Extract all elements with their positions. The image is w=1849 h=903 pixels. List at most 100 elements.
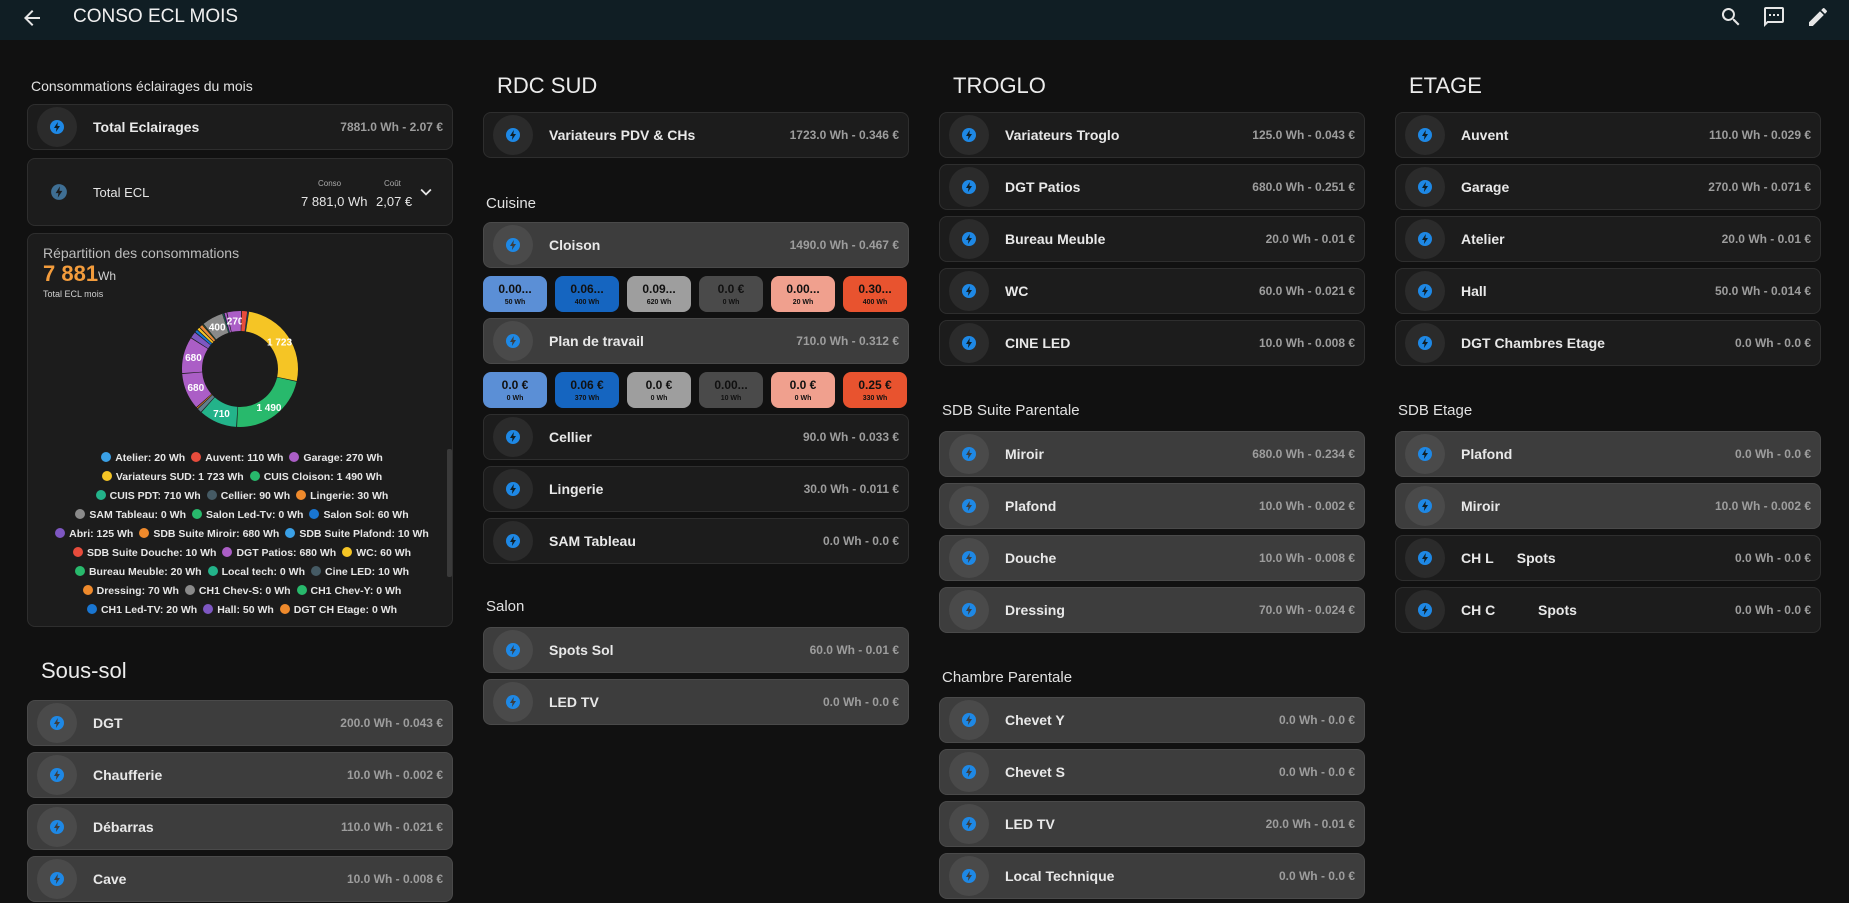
- legend-item[interactable]: Cellier: 90 Wh: [206, 487, 290, 506]
- legend-item[interactable]: CH1 Chev-Y: 0 Wh: [296, 582, 401, 601]
- miroir-row[interactable]: Miroir 10.0 Wh - 0.002 €: [1395, 483, 1821, 529]
- legend-item[interactable]: SAM Tableau: 0 Wh: [75, 506, 186, 525]
- plafond-row[interactable]: Plafond 10.0 Wh - 0.002 €: [939, 483, 1365, 529]
- legend-item[interactable]: Salon Sol: 60 Wh: [309, 506, 409, 525]
- cave-row[interactable]: Cave 10.0 Wh - 0.008 €: [27, 856, 453, 902]
- plan-de-travail-row[interactable]: Plan de travail 710.0 Wh - 0.312 €: [483, 318, 909, 364]
- local-technique-row[interactable]: Local Technique 0.0 Wh - 0.0 €: [939, 853, 1365, 899]
- miroir-row[interactable]: Miroir 680.0 Wh - 0.234 €: [939, 431, 1365, 477]
- tarif-chip[interactable]: 0.0 € 0 Wh: [771, 372, 835, 408]
- variateurs-troglo-row[interactable]: Variateurs Troglo 125.0 Wh - 0.043 €: [939, 112, 1365, 158]
- chambre-parentale-title: Chambre Parentale: [942, 669, 1073, 686]
- legend-item[interactable]: Auvent: 110 Wh: [191, 449, 283, 468]
- led-tv-row[interactable]: LED TV 20.0 Wh - 0.01 €: [939, 801, 1365, 847]
- auvent-row[interactable]: Auvent 110.0 Wh - 0.029 €: [1395, 112, 1821, 158]
- legend-item[interactable]: Abri: 125 Wh: [55, 525, 133, 544]
- tarif-chip[interactable]: 0.30... 400 Wh: [843, 276, 907, 312]
- tarif-chip[interactable]: 0.06... 400 Wh: [555, 276, 619, 312]
- legend-item[interactable]: SDB Suite Douche: 10 Wh: [72, 544, 216, 563]
- legend-label: Abri: 125 Wh: [69, 528, 134, 540]
- wc-row[interactable]: WC 60.0 Wh - 0.021 €: [939, 268, 1365, 314]
- legend-label: Salon Led-Tv: 0 Wh: [206, 509, 304, 521]
- search-icon[interactable]: [1719, 5, 1743, 29]
- donut-slice[interactable]: [241, 311, 248, 332]
- total-ecl-card[interactable]: Total ECL Conso 7 881,0 Wh Coût 2,07 €: [27, 158, 453, 226]
- legend-dot: [207, 566, 218, 576]
- garage-row[interactable]: Garage 270.0 Wh - 0.071 €: [1395, 164, 1821, 210]
- tarif-chip[interactable]: 0.09... 620 Wh: [627, 276, 691, 312]
- legend-item[interactable]: Variateurs SUD: 1 723 Wh: [101, 468, 244, 487]
- total-eclairages-row[interactable]: Total Eclairages 7881.0 Wh - 2.07 €: [27, 104, 453, 150]
- lingerie-row[interactable]: Lingerie 30.0 Wh - 0.011 €: [483, 466, 909, 512]
- cloison-row[interactable]: Cloison 1490.0 Wh - 0.467 €: [483, 222, 909, 268]
- legend-item[interactable]: CUIS PDT: 710 Wh: [95, 487, 201, 506]
- cine-led-row[interactable]: CINE LED 10.0 Wh - 0.008 €: [939, 320, 1365, 366]
- legend-item[interactable]: CH1 Chev-S: 0 Wh: [184, 582, 291, 601]
- legend-item[interactable]: DGT Patios: 680 Wh: [222, 544, 336, 563]
- chevet-s-row[interactable]: Chevet S 0.0 Wh - 0.0 €: [939, 749, 1365, 795]
- variateurs-pdv-row[interactable]: Variateurs PDV & CHs 1723.0 Wh - 0.346 €: [483, 112, 909, 158]
- legend-item[interactable]: Salon Led-Tv: 0 Wh: [192, 506, 303, 525]
- tarif-chip[interactable]: 0.00... 10 Wh: [699, 372, 763, 408]
- legend-item[interactable]: Cine LED: 10 Wh: [311, 563, 409, 582]
- legend-item[interactable]: CH1 Led-TV: 20 Wh: [86, 601, 197, 620]
- legend-item[interactable]: WC: 60 Wh: [342, 544, 411, 563]
- tarif-chip[interactable]: 0.00... 20 Wh: [771, 276, 835, 312]
- row-value: 10.0 Wh - 0.008 €: [346, 872, 443, 886]
- row-name: Local Technique: [1005, 868, 1115, 884]
- hall-row[interactable]: Hall 50.0 Wh - 0.014 €: [1395, 268, 1821, 314]
- legend-item[interactable]: SDB Suite Miroir: 680 Wh: [139, 525, 279, 544]
- bureau-meuble-row[interactable]: Bureau Meuble 20.0 Wh - 0.01 €: [939, 216, 1365, 262]
- legend-item[interactable]: Hall: 50 Wh: [203, 601, 274, 620]
- legend-label: Variateurs SUD: 1 723 Wh: [115, 471, 244, 483]
- legend-dot: [75, 509, 86, 519]
- row-value: 0.0 Wh - 0.0 €: [1734, 447, 1811, 461]
- repartition-title: Répartition des consommations: [43, 245, 240, 261]
- led-tv-row[interactable]: LED TV 0.0 Wh - 0.0 €: [483, 679, 909, 725]
- atelier-row[interactable]: Atelier 20.0 Wh - 0.01 €: [1395, 216, 1821, 262]
- tarif-chip[interactable]: 0.0 € 0 Wh: [483, 372, 547, 408]
- douche-row[interactable]: Douche 10.0 Wh - 0.008 €: [939, 535, 1365, 581]
- ch-l-spots-row[interactable]: CH L Spots 0.0 Wh - 0.0 €: [1395, 535, 1821, 581]
- lightning-icon: [949, 856, 989, 896]
- legend-item[interactable]: Atelier: 20 Wh: [101, 449, 185, 468]
- chip-energy: 0 Wh: [794, 395, 812, 402]
- plafond-row[interactable]: Plafond 0.0 Wh - 0.0 €: [1395, 431, 1821, 477]
- dgt-patios-row[interactable]: DGT Patios 680.0 Wh - 0.251 €: [939, 164, 1365, 210]
- dgt-chambres-etage-row[interactable]: DGT Chambres Etage 0.0 Wh - 0.0 €: [1395, 320, 1821, 366]
- legend-item[interactable]: Lingerie: 30 Wh: [296, 487, 388, 506]
- legend-item[interactable]: Garage: 270 Wh: [289, 449, 383, 468]
- row-value: 60.0 Wh - 0.01 €: [809, 643, 899, 657]
- legend-label: SDB Suite Miroir: 680 Wh: [153, 528, 280, 540]
- cloison-value: 1490.0 Wh - 0.467 €: [789, 238, 899, 252]
- tarif-chip[interactable]: 0.06 € 370 Wh: [555, 372, 619, 408]
- tarif-chip[interactable]: 0.00... 50 Wh: [483, 276, 547, 312]
- sam-tableau-row[interactable]: SAM Tableau 0.0 Wh - 0.0 €: [483, 518, 909, 564]
- legend-item[interactable]: Bureau Meuble: 20 Wh: [74, 563, 202, 582]
- tarif-chip[interactable]: 0.0 € 0 Wh: [699, 276, 763, 312]
- legend-item[interactable]: SDB Suite Plafond: 10 Wh: [285, 525, 429, 544]
- legend-label: WC: 60 Wh: [356, 547, 412, 559]
- tarif-chip[interactable]: 0.0 € 0 Wh: [627, 372, 691, 408]
- dressing-row[interactable]: Dressing 70.0 Wh - 0.024 €: [939, 587, 1365, 633]
- donut-slice-label: 270: [227, 317, 244, 328]
- ch-c-spots-row[interactable]: CH C Spots 0.0 Wh - 0.0 €: [1395, 587, 1821, 633]
- row-name: Hall: [1461, 283, 1487, 299]
- cellier-row[interactable]: Cellier 90.0 Wh - 0.033 €: [483, 414, 909, 460]
- spots-sol-row[interactable]: Spots Sol 60.0 Wh - 0.01 €: [483, 627, 909, 673]
- lightning-icon: [949, 590, 989, 630]
- assist-chat-icon[interactable]: [1762, 5, 1786, 29]
- legend-item[interactable]: CUIS Cloison: 1 490 Wh: [249, 468, 382, 487]
- legend-item[interactable]: Local tech: 0 Wh: [207, 563, 305, 582]
- legend-item[interactable]: DGT CH Etage: 0 Wh: [279, 601, 397, 620]
- chevron-down-icon[interactable]: [415, 181, 437, 203]
- edit-pencil-icon[interactable]: [1806, 5, 1830, 29]
- debarras-row[interactable]: Débarras 110.0 Wh - 0.021 €: [27, 804, 453, 850]
- cloison-tarif-chips: 0.00... 50 Wh 0.06... 400 Wh 0.09... 620 Wh 0.…: [483, 276, 907, 312]
- dgt-row[interactable]: DGT 200.0 Wh - 0.043 €: [27, 700, 453, 746]
- tarif-chip[interactable]: 0.25 € 330 Wh: [843, 372, 907, 408]
- legend-item[interactable]: Dressing: 70 Wh: [82, 582, 179, 601]
- chaufferie-row[interactable]: Chaufferie 10.0 Wh - 0.002 €: [27, 752, 453, 798]
- back-arrow-icon[interactable]: [20, 6, 44, 30]
- chevet-y-row[interactable]: Chevet Y 0.0 Wh - 0.0 €: [939, 697, 1365, 743]
